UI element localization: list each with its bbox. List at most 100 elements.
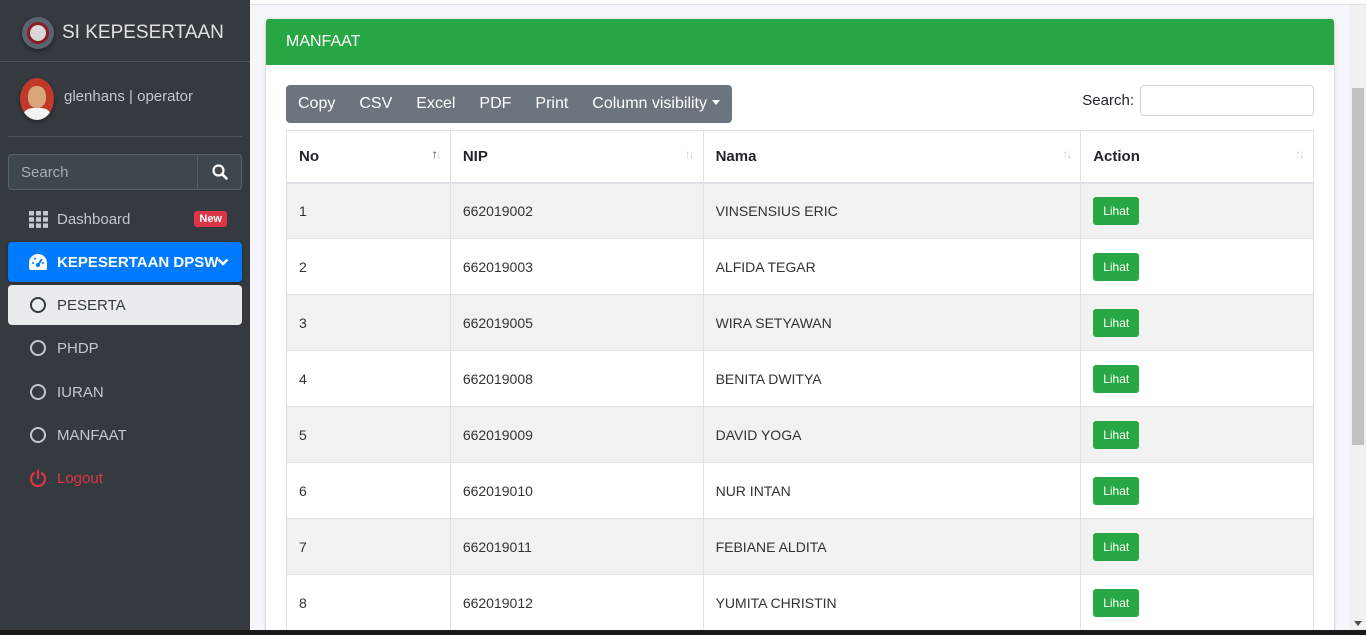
cell-action: Lihat bbox=[1080, 182, 1314, 239]
cell-no: 1 bbox=[286, 182, 451, 239]
new-badge: New bbox=[194, 211, 227, 227]
cell-no: 3 bbox=[286, 294, 451, 351]
table-header-row: No ↑↓ NIP ↑↓ Nama ↑↓ Action ↑↓ bbox=[286, 130, 1314, 184]
sidebar-item-logout[interactable]: Logout bbox=[8, 458, 242, 498]
sidebar-item-label: IURAN bbox=[57, 383, 104, 401]
cell-no: 6 bbox=[286, 462, 451, 519]
column-header-label: NIP bbox=[462, 147, 488, 165]
circle-icon bbox=[28, 382, 48, 402]
lihat-button[interactable]: Lihat bbox=[1093, 308, 1140, 337]
chevron-down-icon bbox=[217, 255, 229, 272]
table-row: 8 662019012 YUMITA CHRISTIN Lihat bbox=[286, 574, 1314, 631]
search-button[interactable] bbox=[197, 154, 242, 190]
cell-nama: ALFIDA TEGAR bbox=[702, 238, 1082, 295]
sidebar-item-manfaat[interactable]: MANFAAT bbox=[8, 415, 242, 455]
circle-icon bbox=[28, 425, 48, 445]
sidebar-search-input[interactable] bbox=[8, 154, 197, 190]
sidebar-item-label: PHDP bbox=[57, 339, 99, 357]
sort-asc-icon: ↑↓ bbox=[431, 147, 442, 161]
tachometer-icon bbox=[28, 252, 48, 272]
lihat-button[interactable]: Lihat bbox=[1093, 476, 1140, 505]
scroll-down-arrow-icon[interactable] bbox=[1354, 621, 1362, 626]
user-name[interactable]: glenhans | operator bbox=[64, 88, 193, 105]
sidebar-item-label: PESERTA bbox=[57, 296, 126, 314]
sidebar-item-label: MANFAAT bbox=[57, 426, 127, 444]
table-row: 7 662019011 FEBIANE ALDITA Lihat bbox=[286, 518, 1314, 575]
cell-nip: 662019012 bbox=[449, 574, 704, 631]
column-header-nama[interactable]: Nama ↑↓ bbox=[702, 130, 1082, 184]
bottom-bar bbox=[0, 630, 1366, 635]
print-button[interactable]: Print bbox=[523, 85, 580, 123]
cell-no: 4 bbox=[286, 350, 451, 407]
column-header-nip[interactable]: NIP ↑↓ bbox=[449, 130, 704, 184]
lihat-button[interactable]: Lihat bbox=[1093, 588, 1140, 617]
table-search-input[interactable] bbox=[1140, 85, 1314, 116]
cell-nama: NUR INTAN bbox=[702, 462, 1082, 519]
sidebar-item-iuran[interactable]: IURAN bbox=[8, 372, 242, 412]
cell-nip: 662019005 bbox=[449, 294, 704, 351]
card-title: MANFAAT bbox=[266, 19, 1334, 65]
manfaat-card: MANFAAT Copy CSV Excel PDF Print Column … bbox=[266, 19, 1334, 635]
avatar[interactable] bbox=[20, 78, 54, 120]
cell-action: Lihat bbox=[1080, 574, 1314, 631]
cell-nip: 662019003 bbox=[449, 238, 704, 295]
sidebar-item-dashboard[interactable]: Dashboard New bbox=[8, 199, 242, 239]
lihat-button[interactable]: Lihat bbox=[1093, 252, 1140, 281]
cell-nama: YUMITA CHRISTIN bbox=[702, 574, 1082, 631]
cell-action: Lihat bbox=[1080, 462, 1314, 519]
search-icon bbox=[211, 164, 228, 180]
sort-icon: ↑↓ bbox=[1295, 147, 1305, 161]
cell-nip: 662019011 bbox=[449, 518, 704, 575]
table-row: 4 662019008 BENITA DWITYA Lihat bbox=[286, 350, 1314, 407]
peserta-table: No ↑↓ NIP ↑↓ Nama ↑↓ Action ↑↓ 1 6620190… bbox=[286, 130, 1314, 631]
cell-nama: WIRA SETYAWAN bbox=[702, 294, 1082, 351]
scrollbar-thumb[interactable] bbox=[1352, 88, 1364, 445]
sidebar-search bbox=[8, 154, 242, 190]
cell-nip: 662019010 bbox=[449, 462, 704, 519]
brand-title: SI KEPESERTAAN bbox=[62, 22, 224, 43]
lihat-button[interactable]: Lihat bbox=[1093, 532, 1140, 561]
column-header-no[interactable]: No ↑↓ bbox=[286, 130, 451, 184]
column-visibility-label: Column visibility bbox=[592, 95, 707, 112]
cell-nama: DAVID YOGA bbox=[702, 406, 1082, 463]
lihat-button[interactable]: Lihat bbox=[1093, 364, 1140, 393]
cell-no: 7 bbox=[286, 518, 451, 575]
table-search: Search: bbox=[1082, 85, 1314, 116]
table-row: 6 662019010 NUR INTAN Lihat bbox=[286, 462, 1314, 519]
sidebar-item-kepesertaan-dpsw[interactable]: KEPESERTAAN DPSW bbox=[8, 242, 242, 282]
excel-button[interactable]: Excel bbox=[404, 85, 467, 123]
pdf-button[interactable]: PDF bbox=[467, 85, 523, 123]
sidebar-item-peserta[interactable]: PESERTA bbox=[8, 285, 242, 325]
cell-action: Lihat bbox=[1080, 406, 1314, 463]
sidebar-item-phdp[interactable]: PHDP bbox=[8, 328, 242, 368]
csv-button[interactable]: CSV bbox=[347, 85, 404, 123]
cell-no: 2 bbox=[286, 238, 451, 295]
column-header-label: No bbox=[299, 147, 319, 165]
lihat-button[interactable]: Lihat bbox=[1093, 420, 1140, 449]
cell-nip: 662019008 bbox=[449, 350, 704, 407]
brand-link[interactable]: SI KEPESERTAAN bbox=[0, 5, 250, 62]
table-row: 1 662019002 VINSENSIUS ERIC Lihat bbox=[286, 182, 1314, 239]
sort-icon: ↑↓ bbox=[1062, 147, 1072, 161]
cell-action: Lihat bbox=[1080, 238, 1314, 295]
caret-down-icon bbox=[712, 99, 720, 105]
vertical-scrollbar[interactable] bbox=[1350, 5, 1366, 630]
cell-nama: VINSENSIUS ERIC bbox=[702, 182, 1082, 239]
cell-nip: 662019002 bbox=[449, 182, 704, 239]
brand-logo-icon bbox=[22, 17, 54, 49]
user-panel: glenhans | operator bbox=[8, 62, 242, 137]
cell-action: Lihat bbox=[1080, 518, 1314, 575]
table-row: 5 662019009 DAVID YOGA Lihat bbox=[286, 406, 1314, 463]
cell-action: Lihat bbox=[1080, 294, 1314, 351]
sidebar-item-label: Logout bbox=[57, 469, 103, 487]
cell-no: 5 bbox=[286, 406, 451, 463]
circle-icon bbox=[28, 338, 48, 358]
copy-button[interactable]: Copy bbox=[286, 85, 347, 123]
lihat-button[interactable]: Lihat bbox=[1093, 196, 1140, 225]
column-header-action[interactable]: Action ↑↓ bbox=[1080, 130, 1314, 184]
cell-nama: BENITA DWITYA bbox=[702, 350, 1082, 407]
grid-icon bbox=[28, 209, 48, 229]
column-visibility-button[interactable]: Column visibility bbox=[580, 85, 732, 123]
table-row: 2 662019003 ALFIDA TEGAR Lihat bbox=[286, 238, 1314, 295]
sidebar: SI KEPESERTAAN glenhans | operator Searc… bbox=[0, 0, 250, 635]
